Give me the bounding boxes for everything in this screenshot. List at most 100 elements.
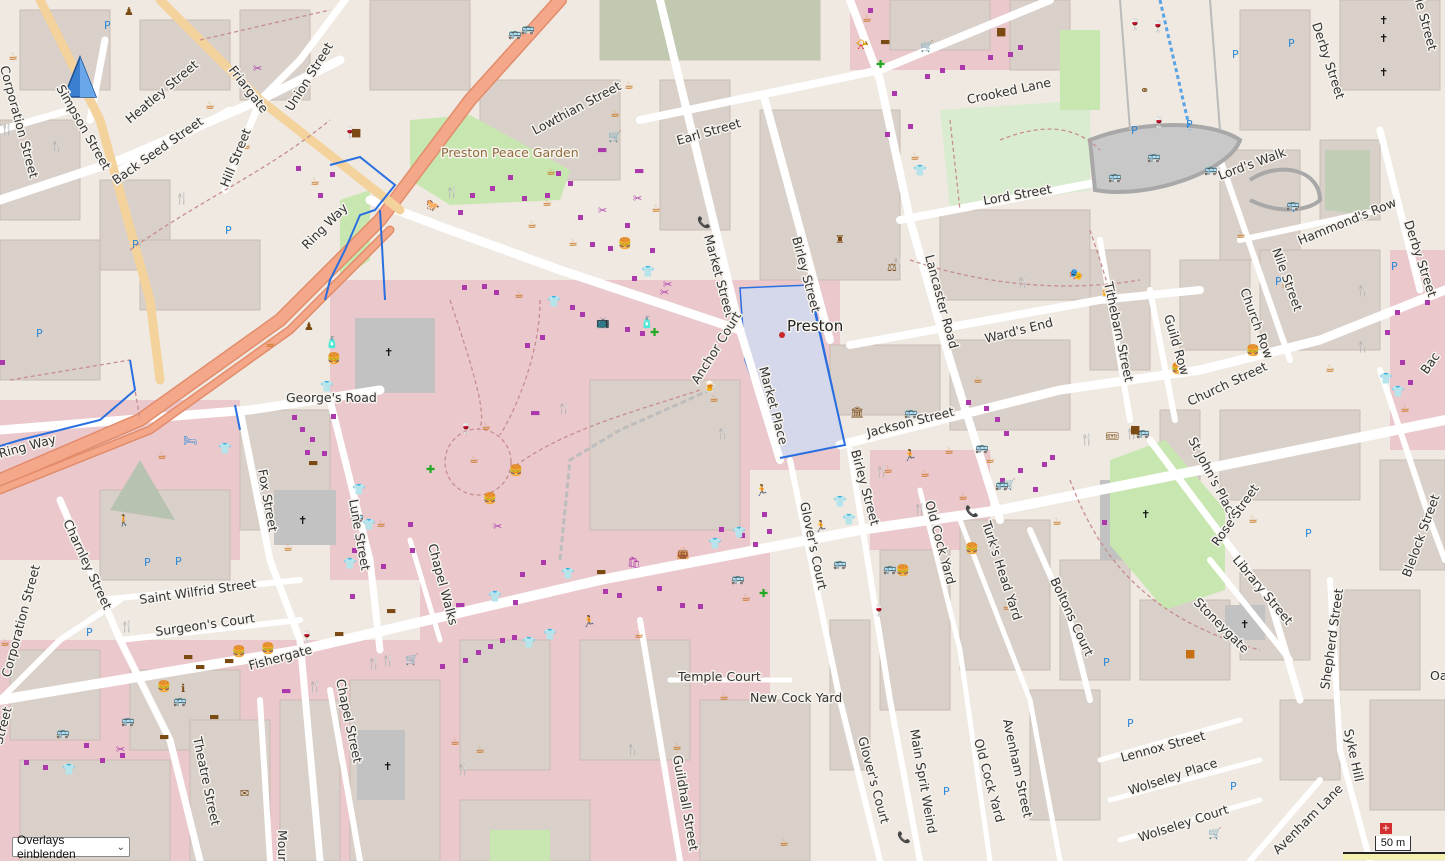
svg-text:👕: 👕 xyxy=(842,513,856,526)
svg-text:▬: ▬ xyxy=(281,684,291,697)
svg-text:🛒: 🛒 xyxy=(920,40,934,53)
svg-text:☕: ☕ xyxy=(568,236,578,249)
svg-text:🚌: 🚌 xyxy=(883,562,897,575)
svg-text:✉: ✉ xyxy=(240,787,249,800)
svg-text:🚌: 🚌 xyxy=(121,714,135,727)
svg-text:P: P xyxy=(1103,656,1110,669)
svg-text:▬: ▬ xyxy=(224,654,234,667)
svg-text:🍷: 🍷 xyxy=(872,604,886,617)
svg-text:🛒: 🛒 xyxy=(405,653,419,666)
svg-text:👕: 👕 xyxy=(62,763,76,776)
svg-text:🍴: 🍴 xyxy=(120,620,134,633)
hospital-icon: + xyxy=(1380,823,1392,834)
svg-text:📞: 📞 xyxy=(697,215,711,229)
svg-text:ℹ: ℹ xyxy=(181,682,185,695)
svg-text:🍔: 🍔 xyxy=(327,352,341,365)
svg-text:👕: 👕 xyxy=(833,495,847,508)
svg-text:♜: ♜ xyxy=(835,233,845,246)
svg-text:☕: ☕ xyxy=(862,12,872,25)
svg-text:🍷: 🍷 xyxy=(1128,18,1142,31)
svg-text:☕: ☕ xyxy=(973,373,983,386)
svg-text:✚: ✚ xyxy=(876,58,885,71)
svg-text:✂: ✂ xyxy=(493,520,502,533)
svg-text:🍔: 🍔 xyxy=(509,464,523,477)
svg-text:P: P xyxy=(943,785,950,798)
svg-text:☕: ☕ xyxy=(709,392,719,405)
svg-text:🛒: 🛒 xyxy=(1208,827,1222,840)
svg-text:🍴: 🍴 xyxy=(381,654,395,667)
svg-text:■: ■ xyxy=(996,25,1006,38)
svg-text:✚: ✚ xyxy=(759,587,768,600)
svg-text:👕: 👕 xyxy=(543,628,557,641)
svg-text:✂: ✂ xyxy=(598,204,607,217)
svg-text:🍷: 🍷 xyxy=(1152,116,1166,129)
svg-text:☕: ☕ xyxy=(542,196,552,209)
svg-text:🚌: 🚌 xyxy=(508,27,522,40)
svg-text:☕: ☕ xyxy=(514,288,524,301)
svg-text:🏃: 🏃 xyxy=(903,449,917,462)
label-park: Preston Peace Garden xyxy=(441,145,579,160)
svg-text:☕: ☕ xyxy=(651,202,661,215)
svg-text:🛍: 🛍 xyxy=(627,556,641,569)
street-label: New Cock Yard xyxy=(750,690,842,705)
svg-text:🍴: 🍴 xyxy=(1356,340,1370,353)
svg-text:▬: ▬ xyxy=(195,660,205,673)
svg-text:✚: ✚ xyxy=(650,326,659,339)
svg-text:☕: ☕ xyxy=(920,467,930,480)
svg-text:☕: ☕ xyxy=(475,743,485,756)
svg-text:☕: ☕ xyxy=(719,690,729,703)
svg-text:☕: ☕ xyxy=(1052,515,1062,528)
overlay-select[interactable]: Overlays einblenden ⌄ xyxy=(12,833,130,861)
svg-text:🚌: 🚌 xyxy=(995,478,1009,491)
svg-text:👕: 👕 xyxy=(913,164,927,177)
svg-text:🏃: 🏃 xyxy=(582,615,596,628)
svg-text:■: ■ xyxy=(351,126,361,139)
svg-text:👕: 👕 xyxy=(522,636,536,649)
chevron-down-icon: ⌄ xyxy=(116,841,125,853)
svg-text:👕: 👕 xyxy=(641,265,655,278)
svg-text:P: P xyxy=(1186,118,1193,131)
street-label: Moun xyxy=(275,830,290,861)
svg-text:P: P xyxy=(1127,717,1134,730)
svg-text:🎭: 🎭 xyxy=(1069,268,1083,281)
svg-text:🍴: 🍴 xyxy=(626,743,640,756)
svg-text:🚌: 🚌 xyxy=(173,694,187,707)
svg-text:☕: ☕ xyxy=(546,165,556,178)
svg-text:☕: ☕ xyxy=(610,107,620,120)
svg-text:♟: ♟ xyxy=(304,320,314,333)
svg-text:☕: ☕ xyxy=(469,453,479,466)
svg-text:☕: ☕ xyxy=(527,218,537,231)
svg-text:☕: ☕ xyxy=(205,99,215,112)
svg-text:☕: ☕ xyxy=(1400,402,1410,415)
svg-text:🍔: 🍔 xyxy=(965,542,979,555)
svg-text:✂: ✂ xyxy=(116,743,125,756)
svg-text:🍴: 🍴 xyxy=(456,763,470,776)
svg-text:🚶: 🚶 xyxy=(117,514,131,527)
svg-text:🚌: 🚌 xyxy=(521,22,535,35)
svg-text:P: P xyxy=(1131,124,1138,137)
svg-text:P: P xyxy=(1305,527,1312,540)
svg-text:☕: ☕ xyxy=(1236,228,1246,241)
svg-text:🚌: 🚌 xyxy=(731,572,745,585)
svg-text:📯: 📯 xyxy=(855,38,869,51)
scale-bar-line xyxy=(1343,852,1445,860)
svg-text:☕: ☕ xyxy=(634,628,644,641)
svg-text:✂: ✂ xyxy=(633,192,642,205)
overlay-select-value: Overlays einblenden xyxy=(17,833,76,861)
svg-text:🚌: 🚌 xyxy=(1286,198,1300,211)
svg-text:✂: ✂ xyxy=(660,286,669,299)
svg-text:▬: ▬ xyxy=(634,164,644,177)
svg-text:📞: 📞 xyxy=(965,504,979,518)
svg-text:👕: 👕 xyxy=(1379,372,1393,385)
svg-text:🍴: 🍴 xyxy=(175,192,189,205)
map-canvas[interactable]: ✂▬▬ 🛒✂✂ 👕✂✂ 👕📺 🧴 🧴👕👕 👕👕👕 ✂▬👕 🛍👜👕 👕🏃🏃 👕👕🏃 … xyxy=(0,0,1445,861)
svg-text:☕: ☕ xyxy=(481,420,491,433)
svg-text:▬: ▬ xyxy=(159,730,169,743)
svg-text:☕: ☕ xyxy=(376,517,386,530)
svg-text:▬: ▬ xyxy=(209,710,219,723)
svg-text:⚖: ⚖ xyxy=(887,261,897,274)
svg-text:☕: ☕ xyxy=(157,449,167,462)
svg-text:P: P xyxy=(104,19,111,32)
street-label: George's Road xyxy=(286,390,377,405)
svg-text:☕: ☕ xyxy=(8,50,18,63)
